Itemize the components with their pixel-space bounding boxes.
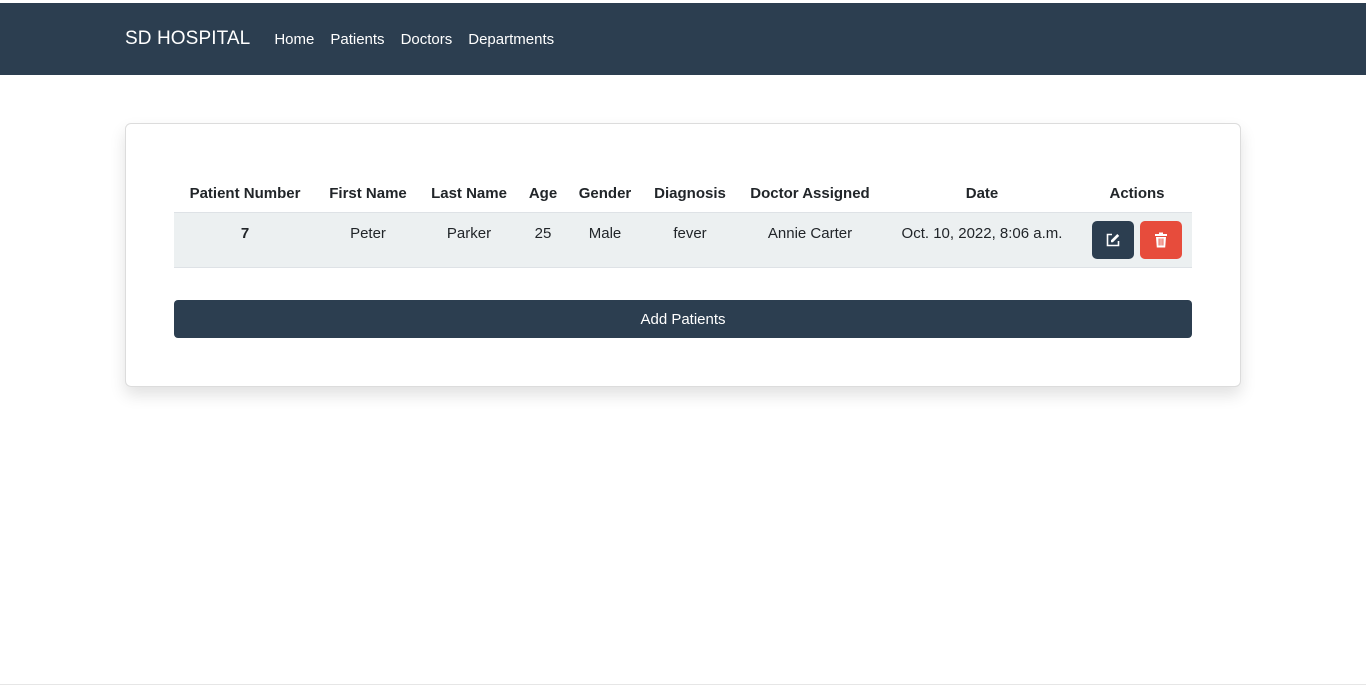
cell-first-name: Peter [316,212,420,268]
header-date: Date [882,176,1082,213]
patients-table: Patient Number First Name Last Name Age … [174,176,1192,268]
header-age: Age [518,176,568,213]
cell-date: Oct. 10, 2022, 8:06 a.m. [882,212,1082,268]
header-gender: Gender [568,176,642,213]
cell-age: 25 [518,212,568,268]
add-patients-button[interactable]: Add Patients [174,300,1192,338]
edit-button[interactable] [1092,220,1135,259]
top-navbar: SD HOSPITAL Home Patients Doctors Depart… [0,3,1366,75]
header-diagnosis: Diagnosis [642,176,738,213]
header-actions: Actions [1082,176,1192,213]
trash-icon [1154,232,1167,247]
header-doctor-assigned: Doctor Assigned [738,176,882,213]
header-patient-number: Patient Number [174,176,316,213]
header-last-name: Last Name [420,176,518,213]
brand-title[interactable]: SD HOSPITAL [125,28,250,50]
nav-links: Home Patients Doctors Departments [266,31,562,48]
table-row: 7 Peter Parker 25 Male fever Annie Carte… [174,212,1192,268]
cell-doctor: Annie Carter [738,212,882,268]
nav-link-patients[interactable]: Patients [322,31,392,48]
header-first-name: First Name [316,176,420,213]
cell-last-name: Parker [420,212,518,268]
patients-card: Patient Number First Name Last Name Age … [125,123,1241,387]
nav-link-doctors[interactable]: Doctors [393,31,461,48]
cell-gender: Male [568,212,642,268]
nav-link-departments[interactable]: Departments [460,31,562,48]
page-bottom-divider [0,684,1366,685]
table-header-row: Patient Number First Name Last Name Age … [174,176,1192,213]
edit-icon [1107,233,1120,246]
delete-button[interactable] [1139,220,1182,259]
cell-actions [1082,212,1192,268]
nav-link-home[interactable]: Home [266,31,322,48]
cell-diagnosis: fever [642,212,738,268]
cell-patient-number: 7 [174,212,316,268]
